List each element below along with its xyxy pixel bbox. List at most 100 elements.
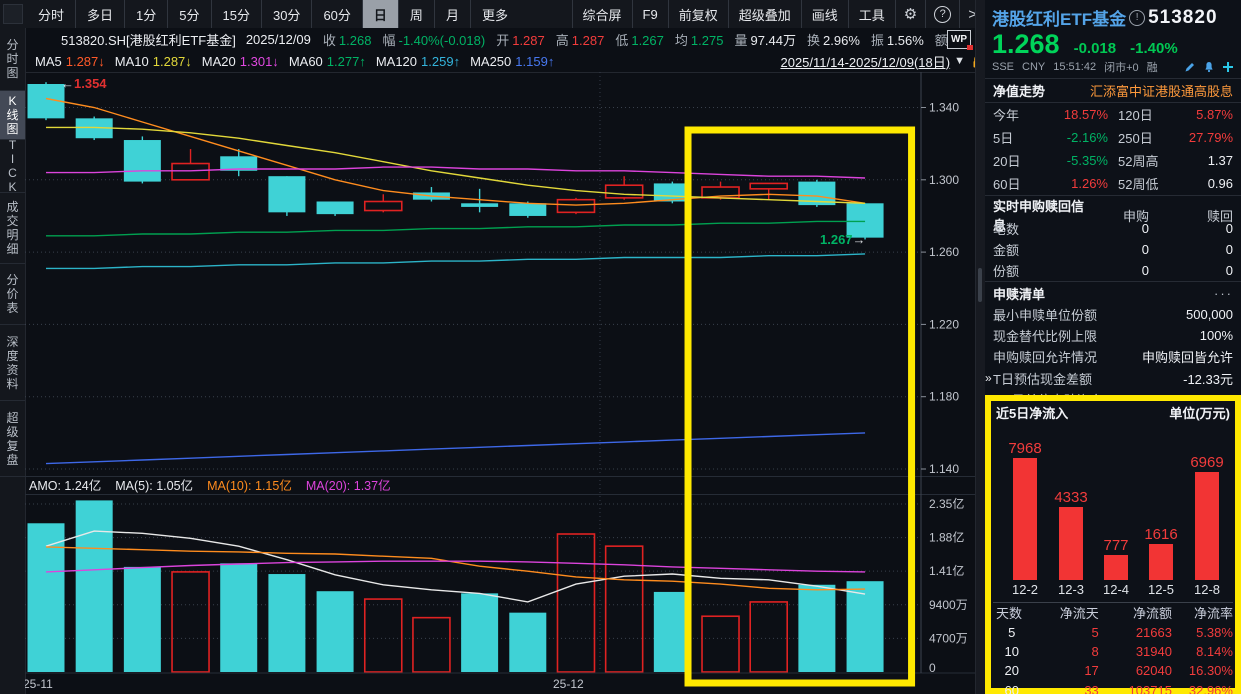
edit-pencil-icon[interactable] — [1182, 60, 1197, 75]
net-inflow-dates: 12-212-312-412-512-8 — [991, 580, 1235, 602]
sidebar-item-tick[interactable]: TICK — [0, 140, 25, 193]
price-ma60-line — [46, 221, 865, 235]
splitter-handle[interactable] — [978, 268, 982, 302]
wp-badge[interactable]: WP — [947, 30, 971, 49]
candle-body — [317, 201, 354, 214]
net-inflow-unit: 单位(万元) — [1169, 403, 1230, 422]
tab-timeshare[interactable]: 分时 — [27, 0, 75, 28]
volume-bar — [798, 585, 835, 672]
volume-axis-label: 1.88亿 — [929, 530, 964, 545]
fund-name: 港股红利ETF基金 — [992, 5, 1126, 30]
price-ma10-line — [46, 127, 865, 203]
date-range-label[interactable]: 2025/11/14-2025/12/09(18日) — [780, 52, 950, 71]
realtime-row-笔数: 笔数00 — [985, 218, 1241, 239]
nav-trend-row[interactable]: 净值走势 汇添富中证港股通高股息 — [985, 79, 1241, 103]
tab-60min[interactable]: 60分 — [311, 0, 361, 28]
pcf-label: 最小申赎单位份额 — [993, 305, 1097, 324]
f9-button[interactable]: F9 — [632, 0, 668, 28]
tab-5min[interactable]: 5分 — [167, 0, 210, 28]
sidebar-item-char: 料 — [6, 377, 18, 391]
perf-label: 20日 — [993, 151, 1039, 170]
sidebar-item-depth-info[interactable]: 深度资料 — [0, 325, 25, 401]
sidebar-item-price-table[interactable]: 分价表 — [0, 264, 25, 325]
flow-bar-value: 4333 — [1045, 489, 1097, 506]
sidebar-item-char: 深 — [6, 335, 18, 349]
add-plus-icon[interactable] — [1220, 60, 1235, 75]
date-range-selector[interactable]: 2025/11/14-2025/12/09(18日) ▼ — [780, 52, 985, 71]
flow-cell: 60 — [991, 683, 1032, 694]
tab-more[interactable]: 更多 — [470, 0, 519, 28]
candle-body — [557, 200, 594, 213]
tab-week[interactable]: 周 — [398, 0, 434, 28]
sidebar-item-trade-detail[interactable]: 成交明细 — [0, 193, 25, 264]
sidebar-item-char: I — [11, 152, 14, 166]
nav-trend-label[interactable]: 净值走势 — [993, 81, 1045, 100]
flow-table-row-2: 20176204016.30% — [991, 661, 1235, 680]
volume-bar — [461, 593, 498, 672]
period-tabs: 分时多日1分5分15分30分60分日周月更多 — [27, 0, 519, 28]
perf-label: 5日 — [993, 128, 1039, 147]
candle-body — [365, 201, 402, 210]
net-inflow-title: 近5日净流入 — [996, 403, 1068, 422]
flow-bar — [1149, 544, 1173, 580]
price-change: -0.018 — [1074, 40, 1117, 57]
ma-item-ma10: MA101.287↓ — [115, 54, 192, 69]
rt-redeem-value: 0 — [1149, 221, 1233, 236]
underlying-fund-name: 汇添富中证港股通高股息 — [1090, 81, 1233, 100]
tab-day[interactable]: 日 — [362, 0, 398, 28]
flow-cell: 31940 — [1101, 644, 1174, 659]
tab-multiday[interactable]: 多日 — [75, 0, 124, 28]
price-ma5-line — [46, 99, 865, 206]
perf-value: 1.37 — [1164, 153, 1233, 168]
market-status: 闭市+0 — [1104, 59, 1139, 75]
chevron-down-icon[interactable]: ▼ — [954, 55, 965, 67]
draw-line-button[interactable]: 画线 — [801, 0, 848, 28]
window-icon[interactable] — [3, 4, 23, 24]
help-icon[interactable]: ? — [925, 0, 959, 28]
sidebar-item-super-replay[interactable]: 超级复盘 — [0, 401, 25, 477]
perf-value: 0.96 — [1164, 176, 1233, 191]
tab-15min[interactable]: 15分 — [211, 0, 261, 28]
x-axis-label: 25-12 — [553, 677, 584, 691]
super-overlay-button[interactable]: 超级叠加 — [728, 0, 801, 28]
alert-bell-icon[interactable] — [1201, 60, 1216, 75]
rt-label: 金额 — [993, 240, 1089, 259]
perf-value: 27.79% — [1164, 130, 1233, 145]
flow-bar — [1013, 458, 1037, 580]
info-circle-icon[interactable]: ! — [1129, 10, 1145, 26]
composite-screen-button[interactable]: 综合屏 — [572, 0, 632, 28]
flow-cell: 5 — [1032, 625, 1100, 640]
collapse-arrow-icon[interactable]: » — [985, 371, 992, 385]
realtime-header-row: 实时申购赎回信息 申购 赎回 — [985, 195, 1241, 218]
field-开: 开1.287 — [496, 30, 545, 49]
sidebar-item-time-chart[interactable]: 分时图 — [0, 28, 25, 91]
tab-1min[interactable]: 1分 — [124, 0, 167, 28]
field-高: 高1.287 — [556, 30, 605, 49]
forward-adjust-button[interactable]: 前复权 — [668, 0, 728, 28]
field-量: 量97.44万 — [734, 30, 796, 49]
ma-label: MA10 — [115, 54, 149, 69]
volume-axis-label: 1.41亿 — [929, 563, 964, 578]
more-ellipsis[interactable]: ··· — [1214, 286, 1233, 301]
price-axis-label: 1.140 — [929, 462, 959, 476]
tab-30min[interactable]: 30分 — [261, 0, 311, 28]
gear-icon[interactable]: ⚙ — [895, 0, 925, 28]
sidebar-item-kline-chart[interactable]: K线图 — [0, 91, 25, 140]
perf-label: 52周高 — [1108, 151, 1164, 170]
ma-label: MA20 — [202, 54, 236, 69]
flow-cell: 21663 — [1101, 625, 1174, 640]
pcf-list-header: 申赎清单 — [993, 284, 1045, 303]
last-price: 1.268 — [992, 30, 1060, 58]
tools-button[interactable]: 工具 — [848, 0, 895, 28]
ma-value: 1.259↑ — [421, 54, 460, 69]
flow-cell: 20 — [991, 663, 1032, 678]
pcf-value: -12.33元 — [1183, 369, 1233, 388]
candle-body — [172, 164, 209, 180]
perf-value: 18.57% — [1039, 107, 1108, 122]
time-label: 15:51:42 — [1053, 61, 1096, 73]
tab-month[interactable]: 月 — [434, 0, 470, 28]
sidebar-item-char: C — [8, 166, 17, 180]
flow-col-header: 天数 — [991, 603, 1032, 622]
volume-axis-label: 4700万 — [929, 631, 968, 645]
ma-label: MA250 — [470, 54, 511, 69]
